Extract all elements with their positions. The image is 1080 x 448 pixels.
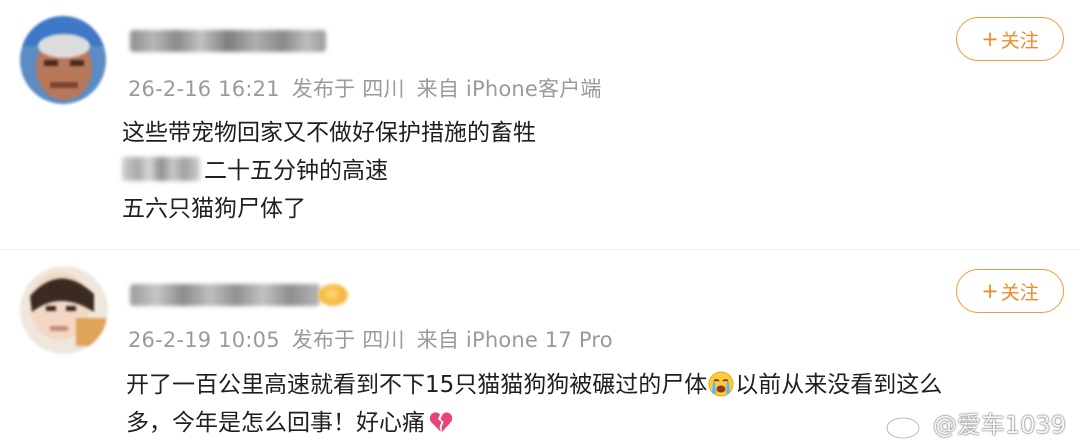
follow-button[interactable]: + 关注: [956, 269, 1064, 313]
weibo-logo-icon: [885, 406, 930, 440]
broken-heart-icon: [429, 407, 453, 432]
comment-source: 来自 iPhone客户端: [416, 77, 602, 101]
username-blurred[interactable]: [130, 284, 320, 306]
follow-label: 关注: [1000, 29, 1039, 52]
comment-location: 发布于 四川: [291, 328, 405, 352]
loudly-crying-face-icon: [708, 371, 734, 397]
avatar[interactable]: [20, 16, 106, 104]
comment-location: 发布于 四川: [291, 77, 405, 101]
comment-date: 26-2-16 16:21: [128, 77, 280, 101]
comment-source: 来自 iPhone 17 Pro: [416, 328, 613, 352]
comment-meta: 26-2-16 16:21 发布于 四川 来自 iPhone客户端: [128, 73, 614, 103]
plus-icon: +: [981, 279, 999, 303]
comment-line: 这些带宠物回家又不做好保护措施的畜牲: [122, 120, 536, 146]
comment-date: 26-2-19 10:05: [128, 328, 280, 352]
comment-line: 开了一百公里高速就看到不下15只猫猫狗狗被碾过的尸体 以前从来没看到这么: [126, 366, 1066, 404]
comment-text-part: 多，今年是怎么回事！好心痛: [126, 410, 425, 436]
comment-text: 这些带宠物回家又不做好保护措施的畜牲 二十五分钟的高速 五六只猫狗尸体了: [122, 114, 536, 228]
watermark: @爱车1039: [885, 405, 1066, 440]
comment-text-part: 开了一百公里高速就看到不下15只猫猫狗狗被碾过的尸体: [126, 372, 708, 398]
avatar[interactable]: [20, 266, 108, 354]
redacted-text: [122, 157, 200, 181]
comment-line: 二十五分钟的高速: [122, 152, 536, 190]
comment-meta: 26-2-19 10:05 发布于 四川 来自 iPhone 17 Pro: [128, 324, 625, 354]
comment-page: 26-2-16 16:21 发布于 四川 来自 iPhone客户端 + 关注 这些带…: [0, 0, 1080, 448]
comment-text-part: 以前从来没看到这么: [735, 372, 943, 398]
follow-label: 关注: [1000, 281, 1039, 304]
comment-line-text: 二十五分钟的高速: [204, 158, 388, 184]
username-blurred[interactable]: [130, 30, 326, 52]
plus-icon: +: [981, 27, 999, 51]
watermark-text: @爱车1039: [932, 411, 1066, 439]
comment-line: 五六只猫狗尸体了: [122, 196, 306, 222]
follow-button[interactable]: + 关注: [956, 17, 1064, 61]
vip-badge-icon: [318, 284, 348, 306]
comment-item: 26-2-16 16:21 发布于 四川 来自 iPhone客户端 + 关注 这些带…: [0, 0, 1080, 250]
